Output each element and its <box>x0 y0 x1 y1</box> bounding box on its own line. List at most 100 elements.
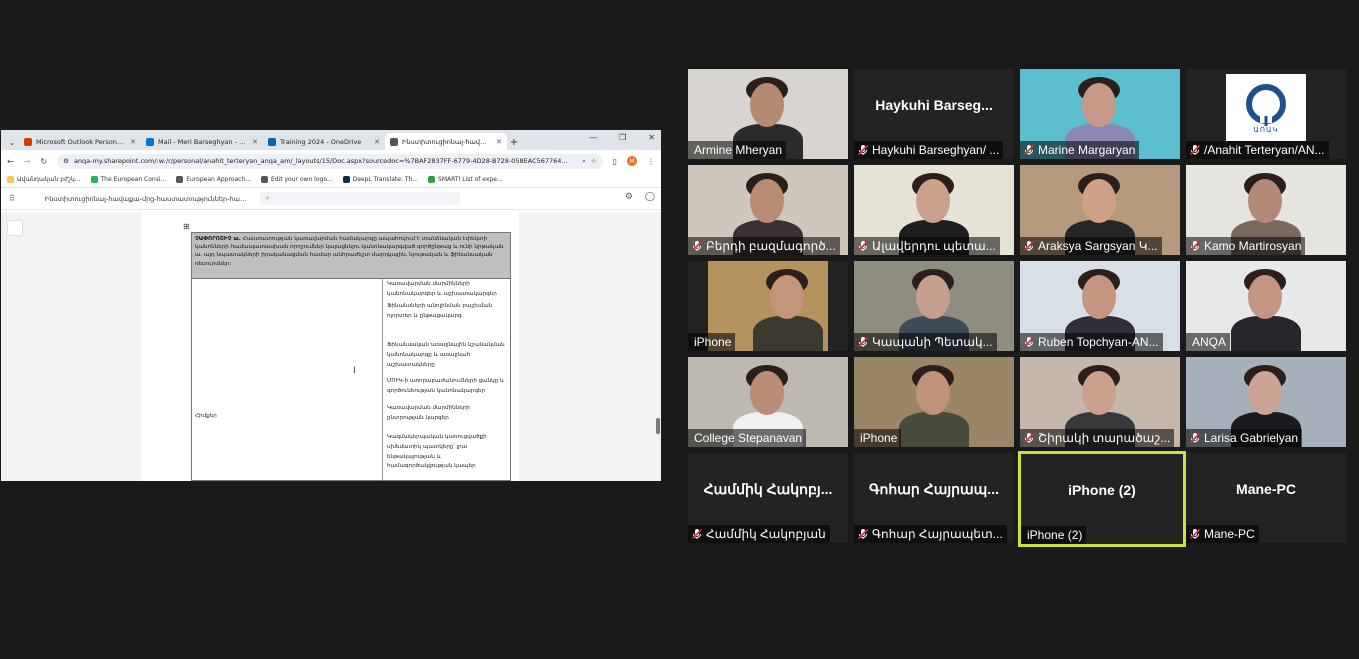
muted-mic-icon <box>857 528 869 540</box>
document-title[interactable]: Ինստիտուցիոնալ-հավաքա-մրց-հաստատությունն… <box>25 195 250 203</box>
muted-mic-icon <box>1023 144 1035 156</box>
participant-tile[interactable]: Շիրակի տարածաշ... <box>1020 357 1180 447</box>
navigation-pane-button[interactable] <box>7 220 23 236</box>
browser-tab[interactable]: Microsoft Outlook Personal Ema ✕ <box>19 133 141 150</box>
participant-tile[interactable]: Haykuhi Barseg... Haykuhi Barseghyan/ ... <box>854 69 1014 159</box>
participant-tile[interactable]: Բերդի բազմագործ... <box>688 165 848 255</box>
account-icon[interactable]: ◯ <box>645 192 655 202</box>
participant-name-bar: ANQA <box>1186 333 1231 351</box>
participant-name-large: Mane-PC <box>1236 481 1296 497</box>
participant-tile[interactable]: Araksya Sargsyan Կ... <box>1020 165 1180 255</box>
participant-name-bar: /Anahit Terteryan/AN... <box>1186 141 1329 159</box>
text-cursor-icon: I <box>353 366 356 376</box>
participant-name-bar: Haykuhi Barseghyan/ ... <box>854 141 1004 159</box>
participant-tile[interactable]: Կապանի Պետակ... <box>854 261 1014 351</box>
participant-tile[interactable]: College Stepanavan <box>688 357 848 447</box>
anqa-logo-mark <box>1246 83 1286 126</box>
profile-avatar[interactable]: M <box>627 156 637 166</box>
tab-close-icon[interactable]: ✕ <box>496 138 502 146</box>
participant-tile[interactable]: Marine Margaryan <box>1020 69 1180 159</box>
participant-name: /Anahit Terteryan/AN... <box>1204 143 1325 157</box>
participant-name-bar: iPhone <box>854 429 902 447</box>
muted-mic-icon <box>1189 240 1201 252</box>
person-face <box>1082 275 1116 319</box>
participant-tile[interactable]: ANQA <box>1186 261 1346 351</box>
participant-name: Marine Margaryan <box>1038 143 1136 157</box>
person-face <box>1082 179 1116 223</box>
participant-name-bar: Բերդի բազմագործ... <box>688 237 840 255</box>
criterion-text: Հաստատության կառավարման համակարգը ապահով… <box>195 236 504 267</box>
participant-tile[interactable]: iPhone <box>688 261 848 351</box>
bookmark-item[interactable]: Edit your own logo... <box>260 176 333 183</box>
tab-favicon-icon <box>268 137 276 146</box>
participant-name: iPhone <box>694 335 732 349</box>
muted-mic-icon <box>1023 432 1035 444</box>
bookmark-item[interactable]: SMARTI List of expe... <box>428 176 503 183</box>
participant-tile[interactable]: Գոհար Հայրապ... Գոհար Հայրապետ... <box>854 453 1014 543</box>
bookmark-label: SMARTI List of expe... <box>438 176 503 183</box>
participant-name-bar: Համմիկ Հակոբյան <box>688 525 830 543</box>
table-header-cell: ՉԱՓՈՐՈՇԻՉ ա. Հաստատության կառավարման համ… <box>192 233 510 279</box>
new-tab-button[interactable]: + <box>507 134 521 150</box>
restore-icon[interactable]: ❐ <box>619 133 626 142</box>
reload-icon[interactable]: ↻ <box>40 157 47 166</box>
zoom-window: ⌄ Microsoft Outlook Personal Ema✕Mail - … <box>0 0 1359 659</box>
tab-close-icon[interactable]: ✕ <box>130 138 136 146</box>
bookmarks-bar: Ավանդական բժշկ... The European Consi... Eu… <box>1 172 661 188</box>
shared-screen: ⌄ Microsoft Outlook Personal Ema✕Mail - … <box>1 130 661 481</box>
search-icon: ⌕ <box>265 194 270 202</box>
settings-gear-icon[interactable]: ⚙ <box>625 192 633 202</box>
participant-tile[interactable]: iPhone <box>854 357 1014 447</box>
document-search-input[interactable]: ⌕ <box>259 192 460 205</box>
minimize-icon[interactable]: — <box>589 133 597 142</box>
participant-name-large: Haykuhi Barseg... <box>875 97 993 113</box>
table-list-item: Ֆինանսների անոլինման բաշխման ոլորտեր և ը… <box>387 303 493 319</box>
participant-tile[interactable]: Mane-PC Mane-PC <box>1186 453 1346 543</box>
browser-tab[interactable]: Ինստիտուցիոնալ-հավաք... ✕ <box>385 133 507 150</box>
browser-tab[interactable]: Training 2024 - OneDrive ✕ <box>263 133 385 150</box>
participant-name-bar: Շիրակի տարածաշ... <box>1020 429 1175 447</box>
side-panel-icon[interactable]: ▯ <box>613 157 617 166</box>
person-face <box>1248 179 1282 223</box>
app-launcher-icon[interactable]: ⠿ <box>9 194 15 203</box>
person-face <box>916 371 950 415</box>
document-page[interactable]: ⊞ ՉԱՓՈՐՈՇԻՉ ա. Հաստատության կառավարման հ… <box>141 212 519 481</box>
tab-close-icon[interactable]: ✕ <box>374 138 380 146</box>
participant-tile[interactable]: Armine Mheryan <box>688 69 848 159</box>
tab-label: Microsoft Outlook Personal Ema <box>36 137 126 146</box>
participant-tile[interactable]: Համմիկ Հակոբյ... Համմիկ Հակոբյան <box>688 453 848 543</box>
back-icon[interactable]: ← <box>7 157 14 166</box>
table-move-handle-icon[interactable]: ⊞ <box>183 222 190 231</box>
participant-name: Ալավերդու պետա... <box>872 239 996 253</box>
address-bar[interactable]: ⚙ anqa-my.sharepoint.com/:w:/r/personal/… <box>57 153 603 169</box>
participant-name: Larisa Gabrielyan <box>1204 431 1299 445</box>
participant-tile[interactable]: Ruben Topchyan-AN... <box>1020 261 1180 351</box>
bookmark-star-icon[interactable]: ☆ <box>591 157 597 165</box>
person-face <box>1082 371 1116 415</box>
vertical-scrollbar[interactable] <box>656 418 660 434</box>
participant-tile[interactable]: Kamo Martirosyan <box>1186 165 1346 255</box>
participant-tile[interactable]: iPhone (2) iPhone (2) <box>1018 451 1186 547</box>
bookmark-item[interactable]: European Approach... <box>176 176 251 183</box>
site-info-icon[interactable]: ⚙ <box>63 157 69 165</box>
tab-label: Ինստիտուցիոնալ-հավաք... <box>402 137 493 146</box>
participant-tile[interactable]: Ալավերդու պետա... <box>854 165 1014 255</box>
forward-icon[interactable]: → <box>24 157 31 166</box>
participant-name-large: Գոհար Հայրապ... <box>869 480 999 497</box>
bookmark-item[interactable]: The European Consi... <box>90 176 167 183</box>
person-face <box>770 275 804 319</box>
browser-menu-icon[interactable]: ⋮ <box>647 157 655 166</box>
browser-tab[interactable]: Mail - Meri Barseghyan - Outlo ✕ <box>141 133 263 150</box>
participant-name-bar: Araksya Sargsyan Կ... <box>1020 237 1162 255</box>
tab-close-icon[interactable]: ✕ <box>252 138 258 146</box>
muted-mic-icon <box>1023 240 1035 252</box>
close-window-icon[interactable]: ✕ <box>648 133 655 142</box>
zoom-search-icon[interactable]: ⌕ <box>582 157 586 166</box>
tab-favicon-icon <box>24 137 32 146</box>
bookmark-item[interactable]: Ավանդական բժշկ... <box>7 176 81 183</box>
participant-tile[interactable]: ԱՈԱԿ/Anahit Terteryan/AN... <box>1186 69 1346 159</box>
participant-tile[interactable]: Larisa Gabrielyan <box>1186 357 1346 447</box>
bookmark-item[interactable]: DeepL Translate: Th... <box>342 176 418 183</box>
tab-search-chevron-icon[interactable]: ⌄ <box>5 134 19 150</box>
bookmark-label: The European Consi... <box>100 176 167 183</box>
